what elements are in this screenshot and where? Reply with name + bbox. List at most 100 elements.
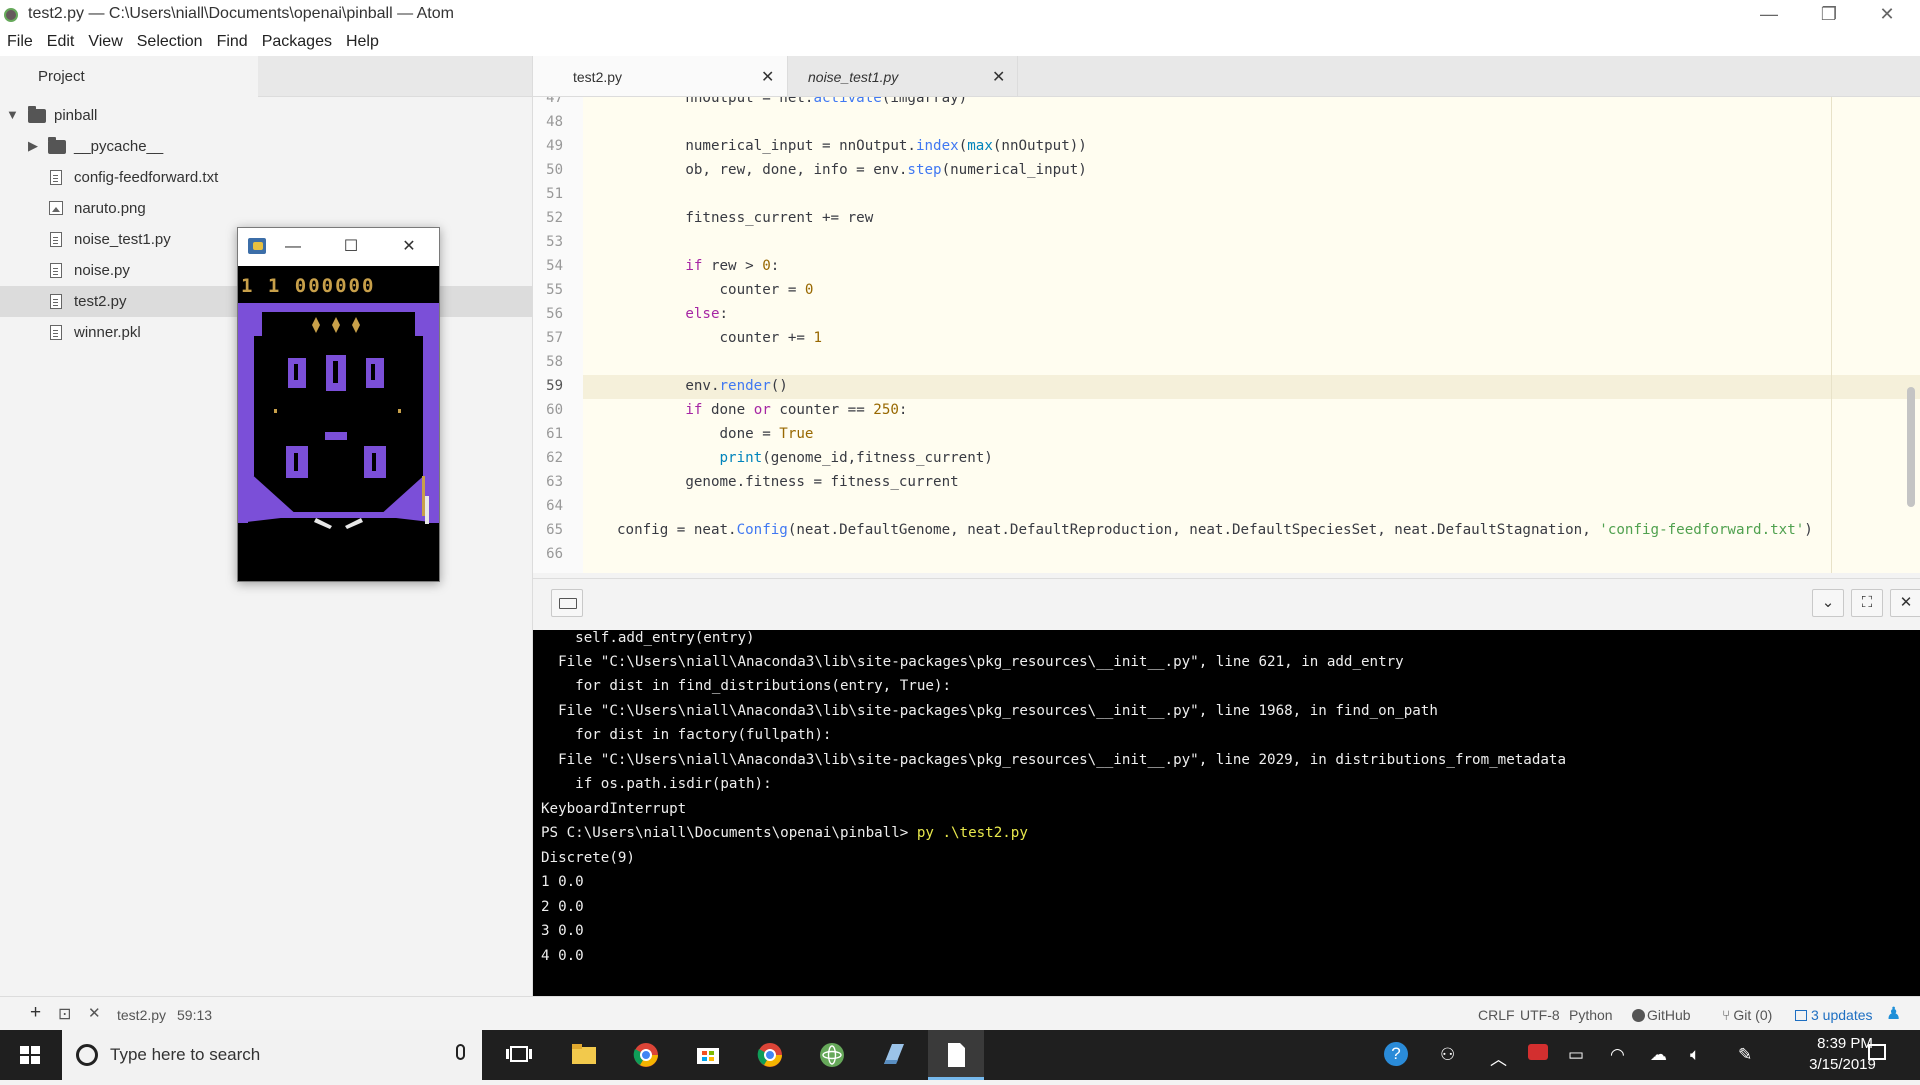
menu-packages[interactable]: Packages [255,30,339,56]
terminal-line: 4 0.0 [541,948,584,964]
menu-find[interactable]: Find [210,30,255,56]
line-number: 64 [546,498,563,514]
tab-label: test2.py [573,69,623,85]
terminal-line: Discrete(9) [541,850,635,866]
microphone-icon[interactable] [456,1044,465,1060]
tree-item-naruto[interactable]: naruto.png [0,193,532,224]
status-line-ending[interactable]: CRLF [1478,1007,1515,1023]
restore-window-button[interactable]: ❐ [1800,0,1858,30]
line-number: 50 [546,162,563,178]
terminal-output[interactable]: self.add_entry(entry) File "C:\Users\nia… [533,630,1920,996]
notes-icon [884,1044,904,1064]
tab-noise-test1-py[interactable]: noise_test1.py ✕ [788,56,1018,96]
status-encoding[interactable]: UTF-8 [1520,1007,1560,1023]
maximize-terminal-button[interactable]: ⛶ [1851,589,1883,617]
file-image-icon [49,201,63,215]
status-grammar[interactable]: Python [1569,1007,1613,1023]
terminal-command: py .\test2.py [916,825,1028,841]
close-tab-icon[interactable]: ✕ [992,67,1005,87]
taskbar-search-box[interactable]: Type here to search [62,1030,482,1080]
file-explorer-app[interactable] [556,1030,612,1080]
task-view-button[interactable] [492,1030,548,1080]
windows-taskbar: Type here to search ? ⚇ ︿ ▭ ◠ ☁ 🔈︎ ✎ 8:3… [0,1030,1920,1080]
chrome-icon [633,1043,658,1067]
pinball-game-window[interactable]: — ☐ ✕ 1 1 000000 [237,227,440,582]
onedrive-icon[interactable]: ☁ [1650,1045,1667,1065]
terminal-line: File "C:\Users\niall\Anaconda3\lib\site-… [541,654,1404,670]
menu-view[interactable]: View [81,30,129,56]
pinball-title-bar[interactable]: — ☐ ✕ [238,228,439,266]
battery-icon[interactable]: ▭ [1568,1045,1584,1065]
tree-item-config[interactable]: config-feedforward.txt [0,162,532,193]
tray-chevron-up-icon[interactable]: ︿ [1490,1045,1507,1070]
code-area[interactable]: nnOutput = net.activate(imgarray) numeri… [583,97,1920,573]
notes-app[interactable] [866,1030,922,1080]
code-line: if rew > 0: [685,258,780,274]
status-bar: + ⊡ ✕ test2.py 59:13 CRLF UTF-8 Python G… [0,996,1920,1031]
line-number: 56 [546,306,563,322]
terminal-prompt: PS C:\Users\niall\Documents\openai\pinba… [541,825,917,841]
terminal-line: for dist in find_distributions(entry, Tr… [541,678,951,694]
git-branch-icon: ⑂ [1722,1007,1731,1023]
terminal-line: if os.path.isdir(path): [541,776,772,792]
collapse-terminal-button[interactable]: ⌄ [1812,589,1844,617]
editor-scrollbar[interactable] [1907,387,1915,507]
menu-selection[interactable]: Selection [130,30,210,56]
tree-root-folder[interactable]: ▼ pinball [0,100,532,131]
line-number: 57 [546,330,563,346]
pinball-maximize-button[interactable]: ☐ [336,234,366,260]
line-number: 65 [546,522,563,538]
start-button[interactable] [0,1030,60,1080]
code-line: counter = 0 [617,282,814,298]
antivirus-icon[interactable] [1528,1044,1548,1065]
tree-item-label: naruto.png [74,200,146,217]
microsoft-store-app[interactable] [680,1030,736,1080]
volume-icon[interactable]: 🔈︎ [1690,1045,1700,1065]
code-line: else: [685,306,729,322]
close-window-button[interactable]: ✕ [1858,0,1916,30]
chrome-app-2[interactable] [742,1030,798,1080]
minimize-window-button[interactable]: — [1740,0,1798,30]
tree-item-label: noise_test1.py [74,231,171,248]
teletype-icon[interactable]: ♟ [1886,1004,1901,1024]
folder-icon [28,106,46,123]
close-tab-icon[interactable]: ✕ [761,67,774,87]
tree-item-pycache[interactable]: ▶ __pycache__ [0,131,532,162]
keyboard-icon[interactable] [551,589,583,617]
project-tab[interactable]: Project [0,56,259,96]
atom-icon [820,1043,844,1067]
package-update-icon [1795,1010,1807,1021]
help-tray-icon[interactable]: ? [1384,1042,1408,1066]
wifi-icon[interactable]: ◠ [1610,1045,1625,1065]
file-text-icon [50,263,62,278]
code-editor[interactable]: 47 48 49 50 51 52 53 54 55 56 57 58 59 6… [533,97,1920,573]
menu-help[interactable]: Help [339,30,386,56]
atom-app[interactable] [804,1030,860,1080]
score-display: 1 1 000000 [241,275,375,297]
tab-label: noise_test1.py [808,69,899,85]
menu-edit[interactable]: Edit [40,30,82,56]
close-terminal-button[interactable]: ✕ [1890,589,1920,617]
add-terminal-button[interactable]: + [30,1002,41,1024]
pen-icon[interactable]: ✎ [1738,1045,1752,1065]
chrome-app-1[interactable] [618,1030,674,1080]
status-git[interactable]: ⑂ Git (0) [1722,1007,1772,1023]
status-updates[interactable]: 3 updates [1795,1007,1873,1023]
pinball-close-button[interactable]: ✕ [394,234,424,260]
pinball-minimize-button[interactable]: — [278,234,308,260]
tree-item-label: config-feedforward.txt [74,169,219,186]
menu-file[interactable]: File [0,30,40,56]
blank-document-app[interactable] [928,1030,984,1080]
terminal-line: File "C:\Users\niall\Anaconda3\lib\site-… [541,703,1438,719]
terminal-icon[interactable]: ⊡ [58,1004,71,1024]
close-terminal-icon[interactable]: ✕ [88,1004,101,1022]
status-github[interactable]: GitHub [1632,1007,1691,1023]
status-file-name[interactable]: test2.py [117,1007,166,1023]
chrome-icon [757,1043,782,1067]
action-center-icon[interactable] [1868,1044,1886,1065]
people-icon[interactable]: ⚇ [1440,1045,1455,1065]
status-cursor-position[interactable]: 59:13 [177,1007,212,1023]
line-number: 52 [546,210,563,226]
terminal-line: KeyboardInterrupt [541,801,687,817]
tab-test2-py[interactable]: test2.py ✕ [533,56,788,96]
